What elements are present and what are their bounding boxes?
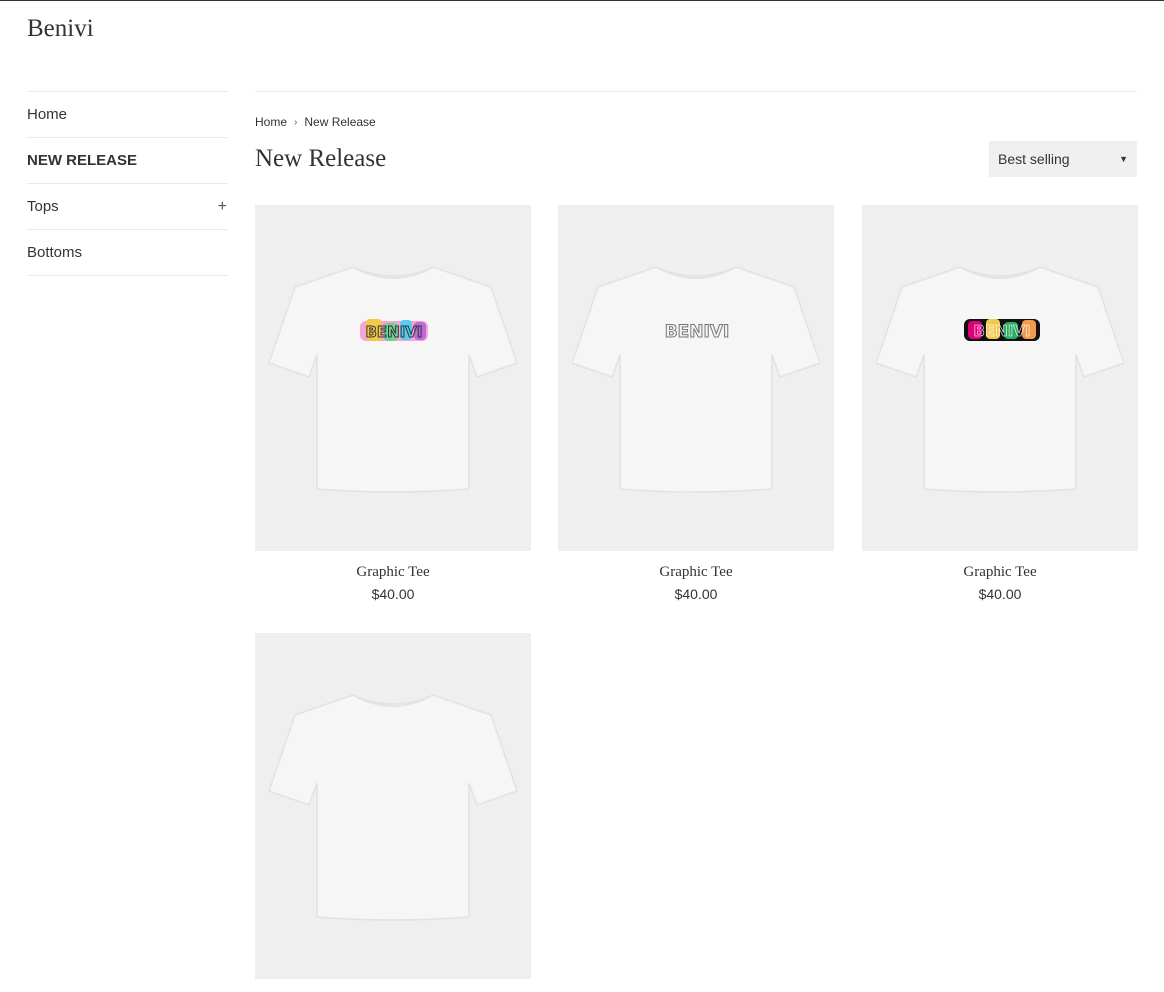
tshirt-image [268,694,518,921]
title-row: New Release Best selling ▼ [255,141,1137,177]
product-price: $40.00 [978,586,1022,602]
product-name[interactable]: Graphic Tee [255,564,531,581]
sort-selected-value: Best selling [998,151,1070,167]
sidebar-item-label: NEW RELEASE [27,152,138,169]
product-name[interactable]: Graphic Tee [862,564,1138,581]
product-price: $40.00 [371,586,415,602]
product-card[interactable]: BENIVI Graphic Tee $40.00 [255,205,531,602]
sidebar-item-bottoms[interactable]: Bottoms [27,230,228,276]
tshirt-image [875,266,1125,493]
product-card[interactable]: BENIVI Graphic Tee $40.00 [862,205,1138,602]
tshirt-image [571,266,821,493]
sidebar-item-home[interactable]: Home [27,92,228,138]
product-image[interactable]: BENIVI [558,205,834,551]
chevron-right-icon: › [294,116,298,128]
store-logo[interactable]: Benivi [27,15,94,43]
product-image[interactable]: BENIVI [862,205,1138,551]
product-card[interactable]: BENIVI Graphic Tee $40.00 [558,205,834,602]
expand-plus-icon[interactable]: + [218,198,228,216]
tshirt-image [268,266,518,493]
collection-main: Home › New Release New Release Best sell… [255,91,1137,177]
product-image[interactable] [255,633,531,979]
product-card[interactable] [255,633,531,992]
breadcrumb-home-link[interactable]: Home [255,115,287,129]
sort-select[interactable]: Best selling ▼ [989,141,1137,177]
sidebar-item-label: Bottoms [27,244,83,261]
product-price: $40.00 [674,586,718,602]
logo-text: BENIVI [665,322,730,342]
breadcrumb: Home › New Release [255,115,1137,129]
benivi-logo-print: BENIVI [664,322,730,343]
sidebar-item-new-release[interactable]: NEW RELEASE [27,138,228,184]
breadcrumb-current: New Release [304,115,376,129]
product-image[interactable]: BENIVI [255,205,531,551]
sidebar-item-label: Tops [27,198,59,215]
sidebar-item-label: Home [27,106,68,123]
caret-down-icon: ▼ [1119,154,1128,164]
sidebar-nav: Home NEW RELEASE Tops + Bottoms [27,91,228,276]
benivi-logo-print: BENIVI [360,319,428,342]
sidebar-item-tops[interactable]: Tops + [27,184,228,230]
logo-text: BENIVI [973,322,1030,340]
page-title: New Release [255,145,387,172]
divider [255,91,1137,92]
benivi-logo-print: BENIVI [964,319,1040,341]
logo-text: BENIVI [365,323,422,341]
product-name[interactable]: Graphic Tee [558,564,834,581]
